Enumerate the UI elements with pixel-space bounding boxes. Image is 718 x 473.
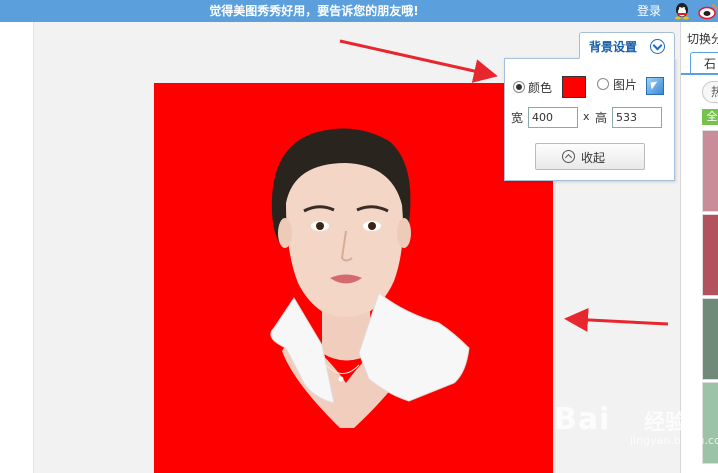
template-thumbnail[interactable] <box>702 298 718 380</box>
top-bar: 觉得美图秀秀好用，要告诉您的朋友哦! 登录 <box>0 0 718 22</box>
right-panel-button[interactable]: 热 <box>702 81 718 103</box>
width-input[interactable]: 400 <box>528 107 578 128</box>
width-label: 宽 <box>511 111 524 125</box>
share-message: 觉得美图秀秀好用，要告诉您的朋友哦! <box>209 4 419 18</box>
collapse-button[interactable]: 收起 <box>535 143 645 170</box>
background-settings-panel: 颜色 图片 宽 400 x 高 533 收起 <box>504 58 675 181</box>
login-link[interactable]: 登录 <box>637 0 661 22</box>
template-thumbnail[interactable] <box>702 130 718 212</box>
watermark-brand-cn: 经验 <box>644 410 686 434</box>
left-tool-strip <box>0 22 34 473</box>
weibo-icon[interactable] <box>698 2 718 20</box>
photo-canvas[interactable] <box>154 83 554 473</box>
image-label: 图片 <box>613 78 638 92</box>
image-picker-icon[interactable] <box>646 77 664 95</box>
color-swatch[interactable] <box>562 76 586 98</box>
color-label: 颜色 <box>528 81 553 95</box>
qq-icon[interactable] <box>673 2 691 20</box>
arrow-to-settings <box>339 39 498 83</box>
all-badge[interactable]: 全 <box>702 109 718 125</box>
baidu-jingyan-watermark: Bai 经验 jingyan.baidu.com <box>548 394 718 454</box>
chevron-up-icon <box>562 150 575 163</box>
background-settings-header[interactable]: 背景设置 <box>579 32 675 59</box>
right-panel-title: 切换分 <box>687 32 718 46</box>
watermark-brand: Bai <box>554 402 611 437</box>
height-input[interactable]: 533 <box>612 107 662 128</box>
watermark-site: jingyan.baidu.com <box>630 434 718 447</box>
background-settings-title: 背景设置 <box>589 40 638 54</box>
right-panel-tab[interactable]: 石 <box>690 52 718 74</box>
arrow-to-canvas-edge <box>564 307 669 332</box>
height-label: 高 <box>595 111 608 125</box>
chevron-down-icon[interactable] <box>650 39 665 54</box>
template-thumbnail[interactable] <box>702 214 718 296</box>
portrait-image <box>270 128 470 428</box>
times-sign: x <box>583 110 590 123</box>
tab-underline <box>681 73 718 75</box>
image-radio[interactable] <box>597 78 609 90</box>
color-radio[interactable] <box>513 81 525 93</box>
collapse-label: 收起 <box>581 151 606 165</box>
